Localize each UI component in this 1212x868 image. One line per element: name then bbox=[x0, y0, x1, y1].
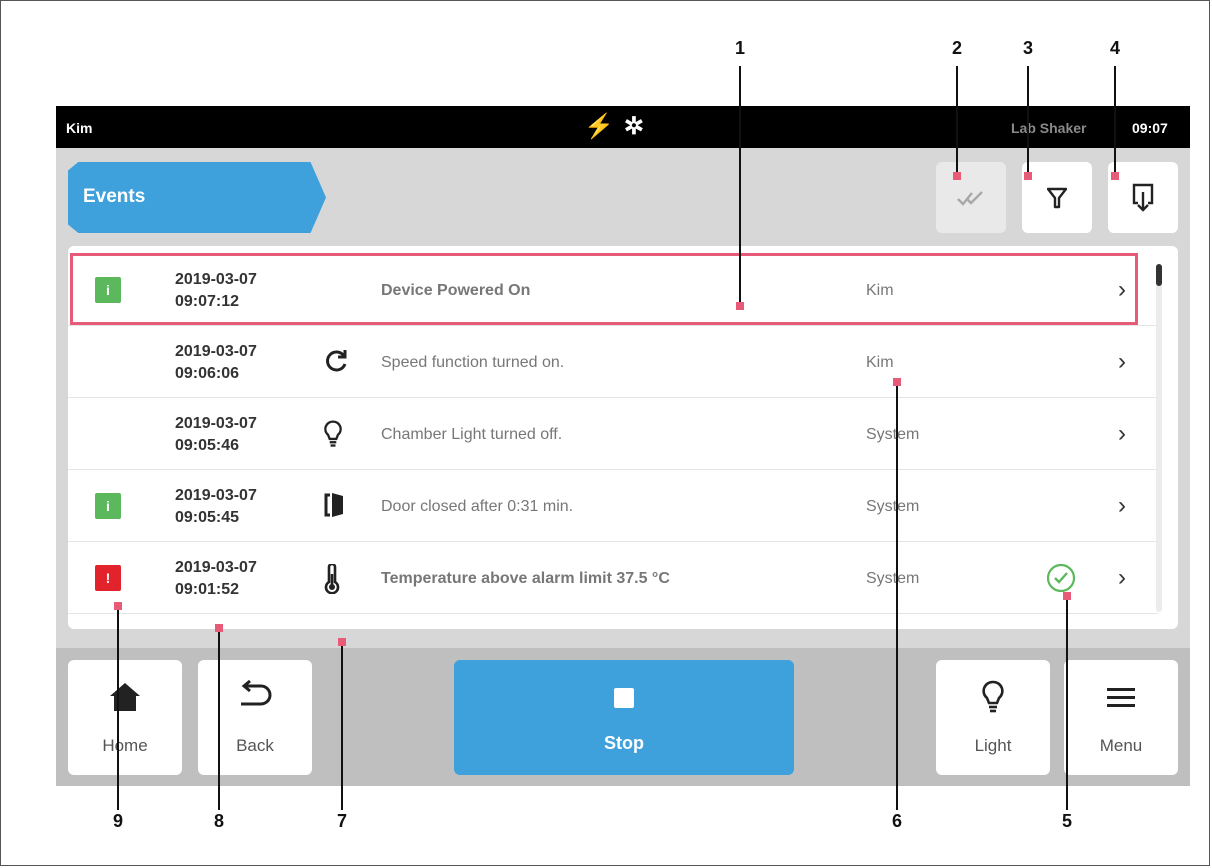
callout-number: 2 bbox=[952, 38, 963, 58]
event-user: Kim bbox=[866, 282, 894, 299]
event-message: Door closed after 0:31 min. bbox=[381, 498, 574, 515]
callout-number: 1 bbox=[735, 38, 746, 58]
event-date: 2019-03-07 bbox=[175, 487, 257, 504]
callout-number: 7 bbox=[337, 811, 348, 831]
menu-button[interactable]: Menu bbox=[1064, 660, 1178, 775]
stop-icon bbox=[614, 688, 634, 708]
event-row[interactable]: i 2019-03-07 09:05:45 Door closed after 0:3… bbox=[68, 470, 1158, 542]
chevron-right-icon[interactable]: › bbox=[1118, 492, 1126, 520]
status-time: 09:07 bbox=[1132, 120, 1168, 136]
filter-icon bbox=[1047, 187, 1067, 208]
event-time: 09:01:52 bbox=[175, 581, 240, 598]
chevron-right-icon[interactable]: › bbox=[1118, 564, 1126, 592]
event-row[interactable]: 2019-03-07 09:06:06 Speed function turned … bbox=[68, 326, 1158, 398]
status-icons: ⚡✲ bbox=[584, 112, 654, 141]
light-label: Light bbox=[974, 736, 1012, 755]
event-time: 09:05:45 bbox=[175, 509, 240, 526]
thermometer-icon bbox=[323, 562, 349, 595]
device-screen: Kim ⚡✲ Lab Shaker 09:07 Events i 2019-03-… bbox=[56, 106, 1190, 786]
event-user: System bbox=[866, 570, 920, 587]
callout-line bbox=[1066, 596, 1068, 810]
export-icon bbox=[1132, 183, 1154, 212]
callout-marker bbox=[114, 602, 122, 610]
chevron-right-icon[interactable]: › bbox=[1118, 276, 1126, 304]
no-connection-icon: ⚡ bbox=[584, 113, 624, 140]
rotation-icon bbox=[323, 348, 349, 376]
callout-marker bbox=[893, 378, 901, 386]
event-message: Device Powered On bbox=[381, 282, 531, 299]
double-check-icon bbox=[957, 190, 983, 206]
stop-button[interactable]: Stop bbox=[454, 660, 794, 775]
event-time: 09:06:06 bbox=[175, 365, 240, 382]
event-date: 2019-03-07 bbox=[175, 559, 257, 576]
event-user: System bbox=[866, 498, 920, 515]
chevron-right-icon[interactable]: › bbox=[1118, 348, 1126, 376]
event-user: Kim bbox=[866, 354, 894, 371]
scrollbar-thumb[interactable] bbox=[1156, 264, 1162, 286]
event-row[interactable]: i 2019-03-07 09:07:12 Device Powered On Kim › bbox=[68, 254, 1158, 326]
callout-number: 9 bbox=[113, 811, 124, 831]
door-icon bbox=[323, 492, 349, 520]
home-button[interactable]: Home bbox=[68, 660, 182, 775]
home-icon bbox=[68, 680, 182, 714]
callout-number: 8 bbox=[214, 811, 225, 831]
acknowledged-check-icon bbox=[1046, 563, 1076, 593]
event-message: Temperature above alarm limit 37.5 °C bbox=[381, 570, 670, 587]
event-list: i 2019-03-07 09:07:12 Device Powered On Kim ›… bbox=[68, 246, 1178, 629]
back-label: Back bbox=[236, 736, 274, 755]
callout-marker bbox=[1024, 172, 1032, 180]
callout-line bbox=[117, 606, 119, 810]
callout-number: 3 bbox=[1023, 38, 1034, 58]
page-title: Events bbox=[83, 186, 146, 207]
bottom-navigation-bar: Home Back Stop Light Menu bbox=[56, 648, 1190, 786]
callout-marker bbox=[1111, 172, 1119, 180]
event-time: 09:07:12 bbox=[175, 293, 240, 310]
event-row[interactable]: ! 2019-03-07 09:01:52 Temperature above ala… bbox=[68, 542, 1158, 614]
callout-line bbox=[218, 628, 220, 810]
light-button[interactable]: Light bbox=[936, 660, 1050, 775]
status-bar: Kim ⚡✲ Lab Shaker 09:07 bbox=[56, 106, 1190, 148]
event-date: 2019-03-07 bbox=[175, 271, 257, 288]
event-date: 2019-03-07 bbox=[175, 343, 257, 360]
callout-line bbox=[1114, 66, 1116, 176]
callout-line bbox=[896, 382, 898, 810]
status-device-name: Lab Shaker bbox=[1011, 120, 1087, 136]
stop-label: Stop bbox=[604, 733, 644, 753]
menu-label: Menu bbox=[1099, 736, 1143, 755]
page-title-tab: Events bbox=[68, 162, 326, 233]
back-button[interactable]: Back bbox=[198, 660, 312, 775]
event-message: Chamber Light turned off. bbox=[381, 426, 563, 443]
event-time: 09:05:46 bbox=[175, 437, 240, 454]
filter-button[interactable] bbox=[1022, 162, 1092, 233]
callout-marker bbox=[215, 624, 223, 632]
back-arrow-icon bbox=[198, 679, 312, 714]
callout-line bbox=[1027, 66, 1029, 176]
callout-line bbox=[739, 66, 741, 306]
callout-marker bbox=[953, 172, 961, 180]
alarm-badge-icon: ! bbox=[95, 565, 121, 591]
lightbulb-icon bbox=[936, 680, 1050, 714]
callout-number: 4 bbox=[1110, 38, 1121, 58]
event-row[interactable]: 2019-03-07 09:05:46 Chamber Light turned o… bbox=[68, 398, 1158, 470]
lightbulb-icon bbox=[323, 420, 349, 448]
no-service-icon: ✲ bbox=[623, 113, 654, 140]
info-badge-icon: i bbox=[95, 277, 121, 303]
chevron-right-icon[interactable]: › bbox=[1118, 420, 1126, 448]
scrollbar[interactable] bbox=[1156, 264, 1162, 612]
hamburger-menu-icon bbox=[1064, 680, 1178, 714]
callout-marker bbox=[1063, 592, 1071, 600]
status-user: Kim bbox=[66, 120, 93, 136]
callout-line bbox=[956, 66, 958, 176]
home-label: Home bbox=[102, 736, 148, 755]
acknowledge-all-button[interactable] bbox=[936, 162, 1006, 233]
event-message: Speed function turned on. bbox=[381, 354, 565, 371]
info-badge-icon: i bbox=[95, 493, 121, 519]
callout-marker bbox=[338, 638, 346, 646]
callout-line bbox=[341, 642, 343, 810]
event-date: 2019-03-07 bbox=[175, 415, 257, 432]
event-user: System bbox=[866, 426, 920, 443]
callout-number: 5 bbox=[1062, 811, 1073, 831]
callout-number: 6 bbox=[892, 811, 903, 831]
callout-marker bbox=[736, 302, 744, 310]
